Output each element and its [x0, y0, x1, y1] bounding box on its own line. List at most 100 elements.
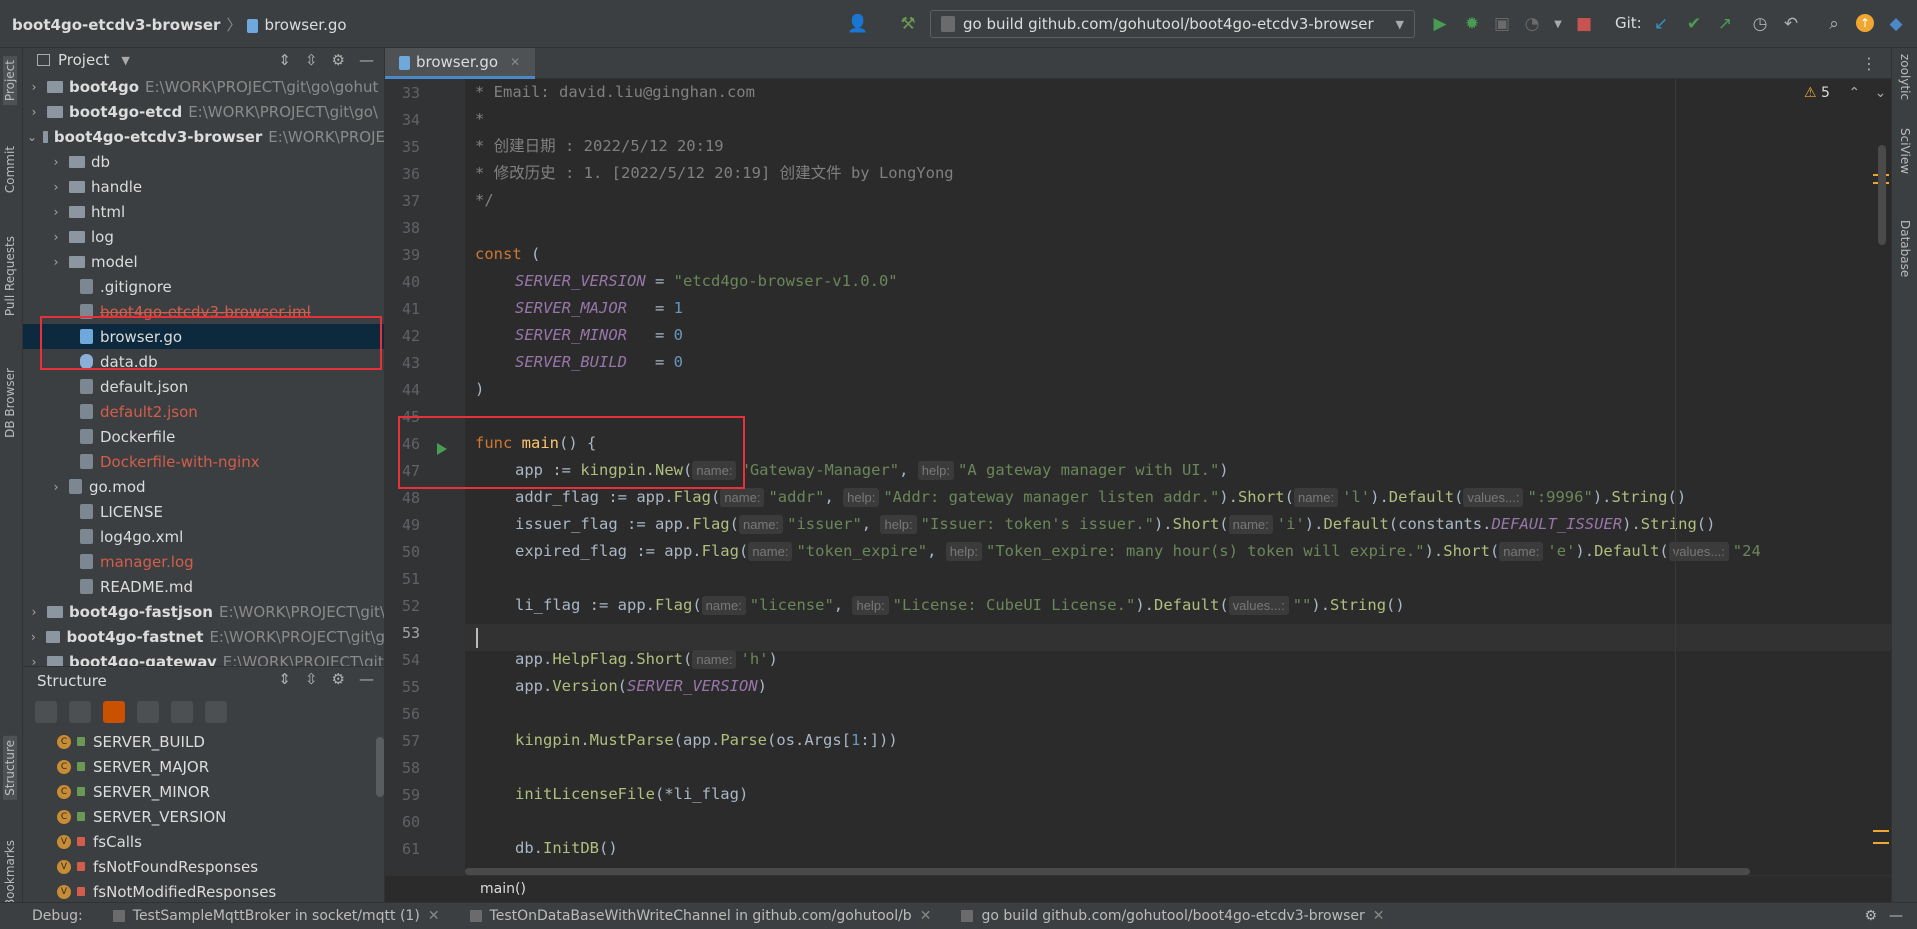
- tree-item-folder[interactable]: › log: [23, 224, 384, 249]
- chevron-right-icon[interactable]: ›: [49, 480, 63, 494]
- build-hammer-icon[interactable]: ⚒: [898, 14, 918, 34]
- git-commit-icon[interactable]: ✔: [1684, 14, 1704, 34]
- update-icon[interactable]: ↑: [1856, 14, 1874, 32]
- tree-item-module[interactable]: › boot4go-fastjson E:\WORK\PROJECT\git\: [23, 599, 384, 624]
- tree-item-file[interactable]: default.json: [23, 374, 384, 399]
- chevron-right-icon[interactable]: ›: [49, 205, 63, 219]
- structure-item[interactable]: C SERVER_MAJOR: [23, 754, 384, 779]
- tree-item-module[interactable]: › boot4go-fastnet E:\WORK\PROJECT\git\g: [23, 624, 384, 649]
- minimize-icon[interactable]: —: [359, 670, 374, 688]
- chevron-right-icon[interactable]: ›: [27, 80, 41, 94]
- editor-horizontal-scrollbar[interactable]: [465, 868, 1750, 875]
- project-panel-title[interactable]: Project: [58, 51, 109, 69]
- chevron-right-icon[interactable]: ›: [27, 605, 41, 619]
- chevron-down-icon[interactable]: ⌄: [1875, 85, 1887, 101]
- chevron-right-icon[interactable]: ›: [49, 255, 63, 269]
- debug-session-tab[interactable]: TestOnDataBaseWithWriteChannel in github…: [469, 908, 932, 924]
- sort-alphabetically-icon[interactable]: [69, 701, 91, 723]
- debug-session-tab[interactable]: TestSampleMqttBroker in socket/mqtt (1) …: [112, 908, 440, 924]
- more-vertical-icon[interactable]: ⋮: [1861, 54, 1877, 73]
- tree-item-file[interactable]: manager.log: [23, 549, 384, 574]
- structure-item[interactable]: VfsCalls: [23, 829, 384, 854]
- jetbrains-toolbox-icon[interactable]: ◆: [1886, 14, 1906, 34]
- gear-icon[interactable]: ⚙: [332, 670, 345, 688]
- debug-session-tab[interactable]: go build github.com/gohutool/boot4go-etc…: [961, 908, 1384, 924]
- chevron-up-icon[interactable]: ⌃: [1848, 85, 1860, 101]
- structure-item[interactable]: VfsNotFoundResponses: [23, 854, 384, 879]
- chevron-right-icon[interactable]: ›: [49, 180, 63, 194]
- git-rollback-icon[interactable]: ↶: [1781, 14, 1801, 34]
- tool-window-project[interactable]: Project: [3, 56, 17, 106]
- chevron-right-icon[interactable]: ›: [27, 630, 40, 644]
- navigate-from-source-icon[interactable]: [205, 701, 227, 723]
- breadcrumb-project[interactable]: boot4go-etcdv3-browser: [12, 16, 220, 34]
- git-update-icon[interactable]: ↙: [1651, 14, 1671, 34]
- tool-window-database[interactable]: Database: [1898, 220, 1912, 277]
- tree-item-file[interactable]: Dockerfile: [23, 424, 384, 449]
- error-stripe-marker[interactable]: [1873, 830, 1889, 844]
- chevron-down-icon[interactable]: ⌄: [27, 130, 37, 144]
- show-non-public-icon[interactable]: [103, 701, 125, 723]
- chevron-right-icon[interactable]: ›: [27, 655, 41, 667]
- tree-item-folder[interactable]: › handle: [23, 174, 384, 199]
- navigate-to-source-icon[interactable]: [171, 701, 193, 723]
- tree-item-module[interactable]: › boot4go E:\WORK\PROJECT\git\go\gohut: [23, 74, 384, 99]
- run-configuration-select[interactable]: go build github.com/gohutool/boot4go-etc…: [930, 10, 1415, 38]
- structure-item[interactable]: C SERVER_BUILD: [23, 729, 384, 754]
- chevron-right-icon[interactable]: ›: [27, 105, 41, 119]
- inspection-widget[interactable]: ⚠ 5 ⌃ ⌄: [1804, 85, 1886, 101]
- user-icon[interactable]: 👤: [847, 14, 868, 34]
- minimize-icon[interactable]: —: [359, 51, 374, 69]
- coverage-icon[interactable]: ▣: [1492, 14, 1512, 34]
- chevron-right-icon[interactable]: ›: [49, 230, 63, 244]
- close-icon[interactable]: ✕: [510, 55, 520, 69]
- function-breadcrumb[interactable]: main(): [480, 881, 526, 897]
- close-icon[interactable]: ✕: [920, 908, 932, 924]
- structure-panel-title[interactable]: Structure: [37, 672, 107, 690]
- structure-item[interactable]: VfsNotModifiedResponses: [23, 879, 384, 902]
- tree-item-file[interactable]: log4go.xml: [23, 524, 384, 549]
- tool-window-commit[interactable]: Commit: [3, 146, 17, 193]
- sort-by-type-icon[interactable]: [35, 701, 57, 723]
- collapse-all-icon[interactable]: ⇳: [305, 51, 318, 69]
- tool-window-sciview[interactable]: SciView: [1898, 128, 1912, 174]
- tree-item-file[interactable]: default2.json: [23, 399, 384, 424]
- tree-item-folder[interactable]: › model: [23, 249, 384, 274]
- debug-bug-icon[interactable]: ✹: [1462, 14, 1482, 34]
- tree-item-module[interactable]: › boot4go-etcd E:\WORK\PROJECT\git\go\: [23, 99, 384, 124]
- tool-window-zoolytic[interactable]: zoolytic: [1898, 54, 1912, 100]
- tree-item-folder[interactable]: › db: [23, 149, 384, 174]
- tool-window-bookmarks[interactable]: Bookmarks: [3, 840, 17, 907]
- tree-item-file[interactable]: › go.mod: [23, 474, 384, 499]
- tool-window-structure[interactable]: Structure: [3, 736, 17, 800]
- tab-browser-go[interactable]: browser.go ✕: [385, 48, 535, 79]
- tree-item-folder[interactable]: › html: [23, 199, 384, 224]
- structure-scrollbar[interactable]: [376, 737, 384, 797]
- structure-item[interactable]: C SERVER_VERSION: [23, 804, 384, 829]
- chevron-down-icon[interactable]: ▼: [121, 54, 129, 67]
- close-icon[interactable]: ✕: [428, 908, 440, 924]
- tree-item-file[interactable]: README.md: [23, 574, 384, 599]
- tree-item-file[interactable]: LICENSE: [23, 499, 384, 524]
- expand-all-icon[interactable]: ⇕: [278, 670, 291, 688]
- git-history-icon[interactable]: ◷: [1750, 14, 1770, 34]
- git-push-icon[interactable]: ↗: [1715, 14, 1735, 34]
- stop-icon[interactable]: ■: [1574, 14, 1594, 34]
- tree-item-module-expanded[interactable]: ⌄ boot4go-etcdv3-browser E:\WORK\PROJE: [23, 124, 384, 149]
- tool-window-pull-requests[interactable]: Pull Requests: [3, 236, 17, 316]
- search-icon[interactable]: ⌕: [1824, 14, 1844, 34]
- structure-item[interactable]: C SERVER_MINOR: [23, 779, 384, 804]
- tree-item-file[interactable]: .gitignore: [23, 274, 384, 299]
- minimize-icon[interactable]: —: [1889, 908, 1903, 924]
- editor-vertical-scrollbar[interactable]: [1878, 145, 1886, 245]
- tree-item-module[interactable]: › boot4go-gateway E:\WORK\PROJECT\git: [23, 649, 384, 667]
- gear-icon[interactable]: ⚙: [1864, 908, 1877, 924]
- show-fields-icon[interactable]: [137, 701, 159, 723]
- gear-icon[interactable]: ⚙: [332, 51, 345, 69]
- breadcrumb-file[interactable]: browser.go: [264, 16, 346, 34]
- expand-all-icon[interactable]: ⇕: [278, 51, 291, 69]
- close-icon[interactable]: ✕: [1373, 908, 1385, 924]
- chevron-right-icon[interactable]: ›: [49, 155, 63, 169]
- more-run-chevron-icon[interactable]: ▼: [1548, 14, 1568, 34]
- collapse-all-icon[interactable]: ⇳: [305, 670, 318, 688]
